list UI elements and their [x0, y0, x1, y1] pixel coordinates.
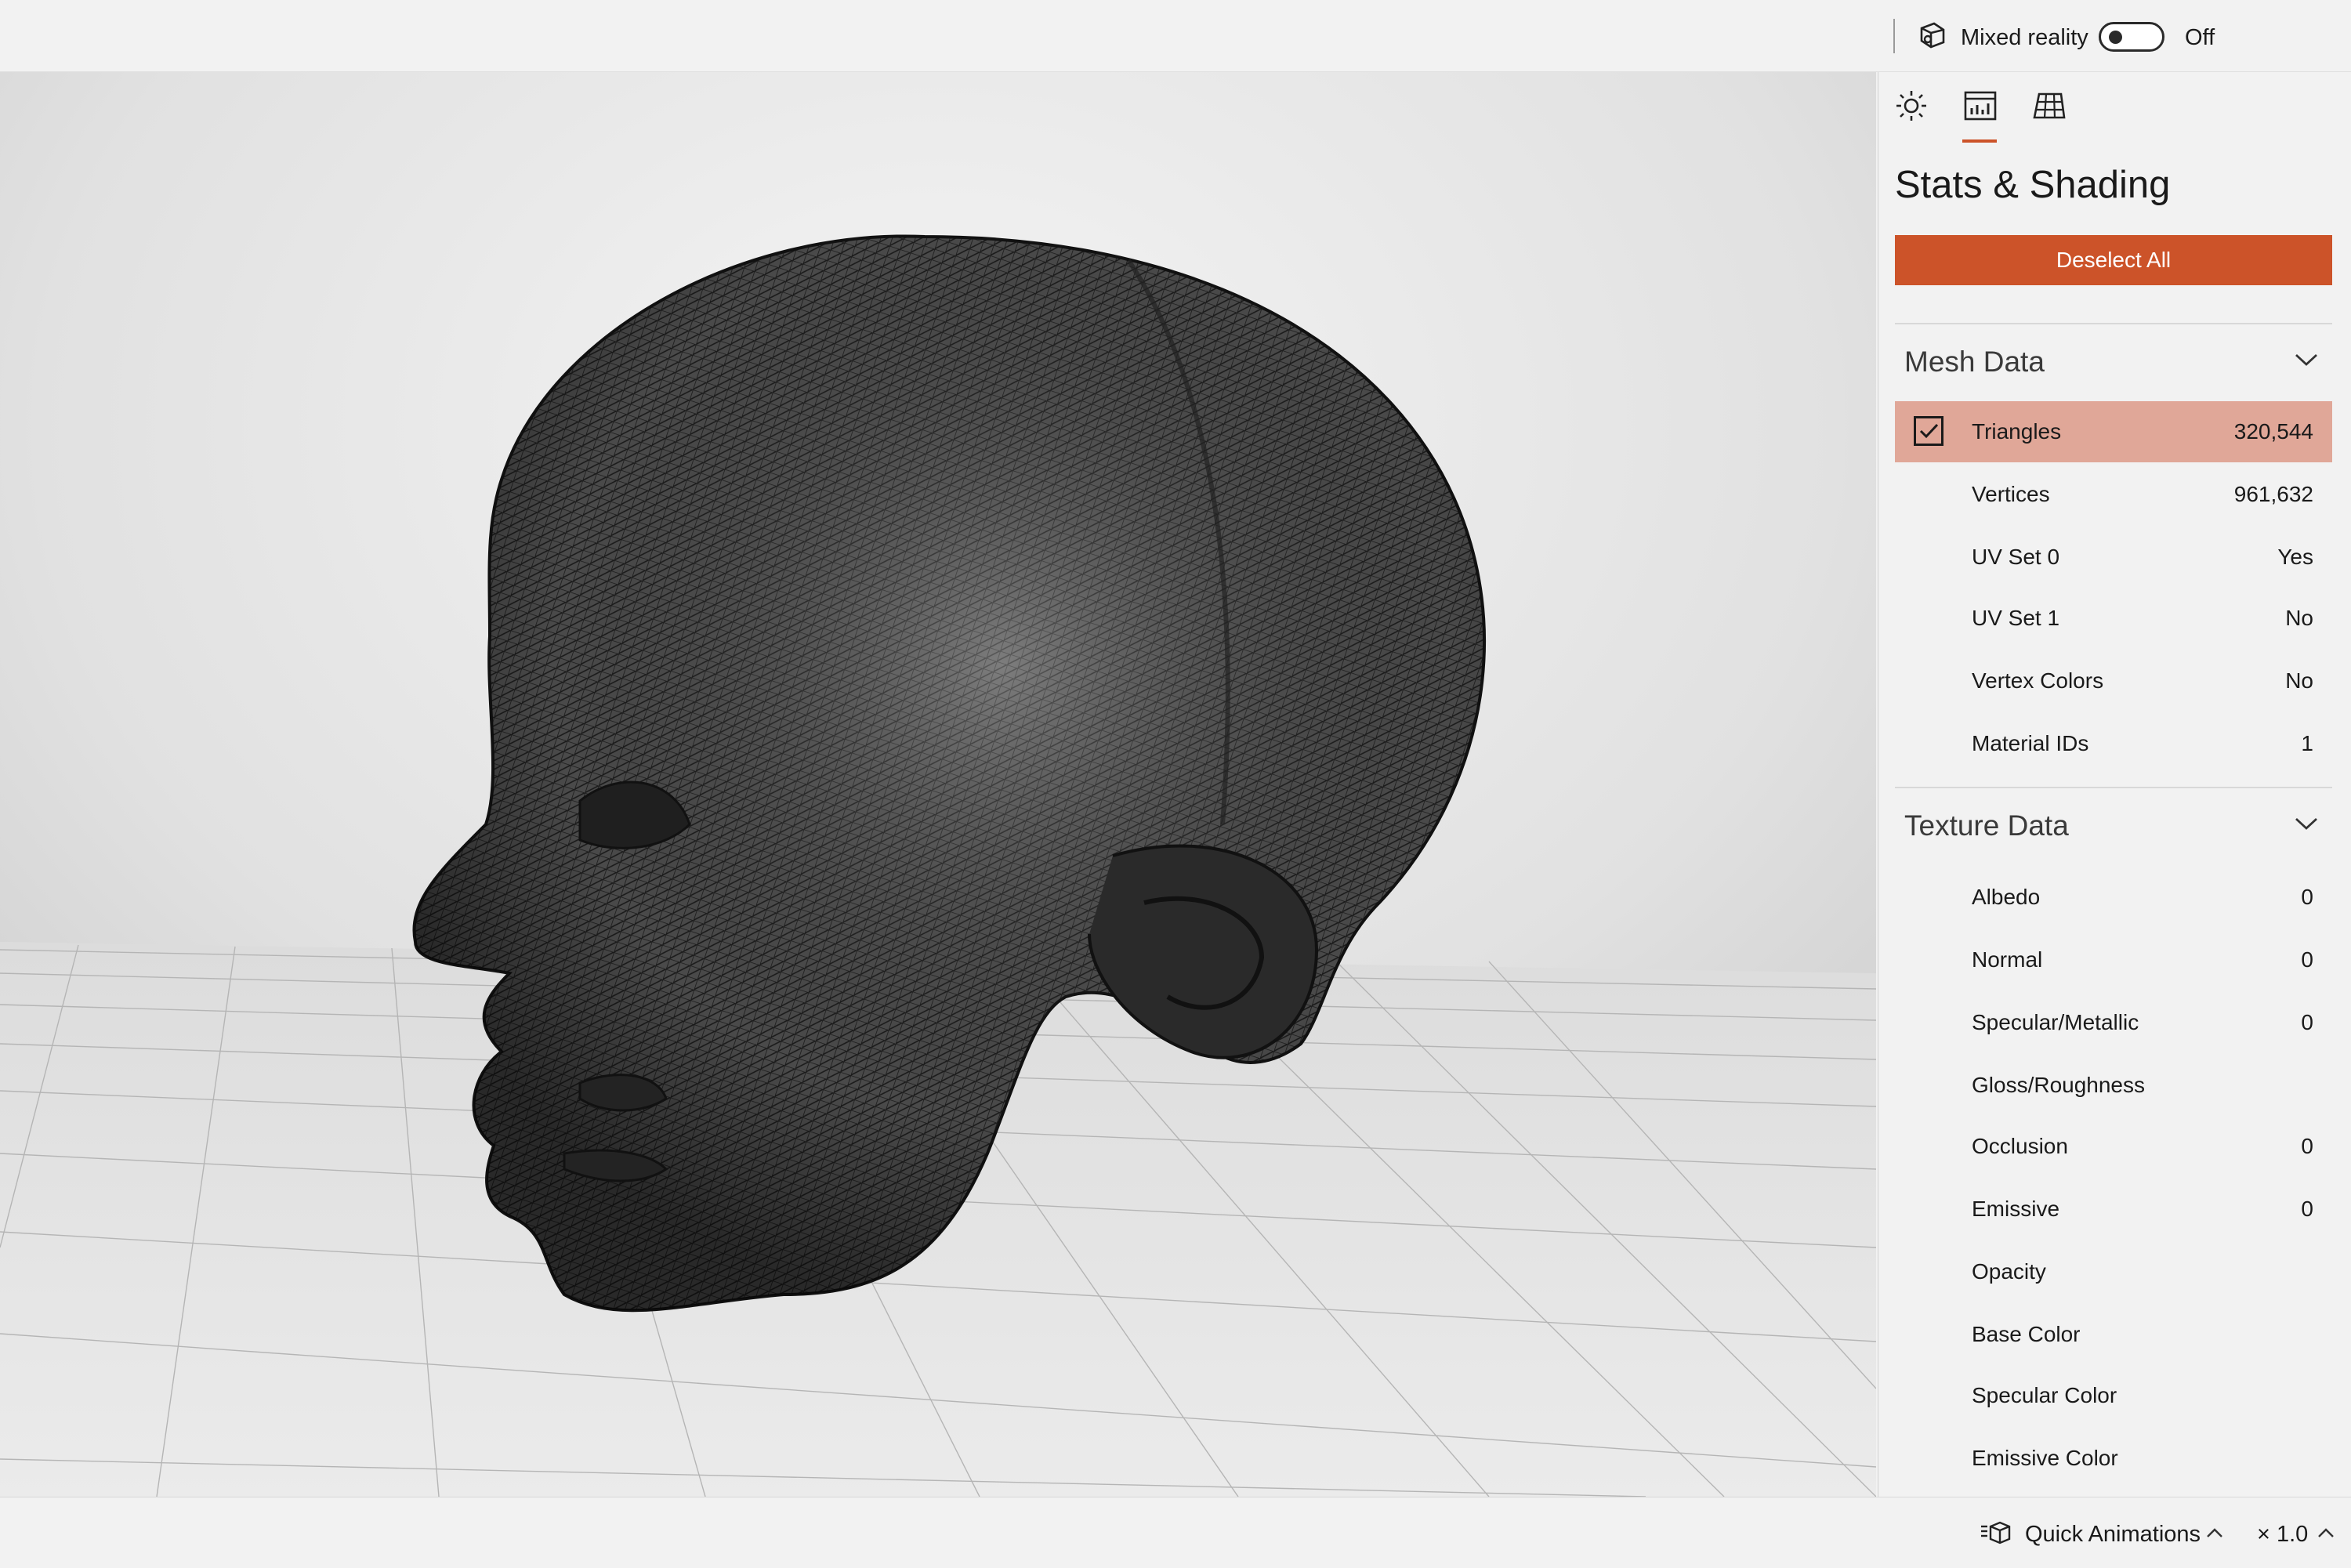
texture-row-base-color[interactable]: Base Color — [1895, 1304, 2332, 1365]
row-label: Opacity — [1972, 1259, 2046, 1284]
mesh-data-title: Mesh Data — [1904, 346, 2045, 378]
mesh-row-triangles[interactable]: Triangles 320,544 — [1895, 401, 2332, 462]
3d-viewport[interactable] — [0, 72, 1876, 1497]
texture-row-specular-metallic[interactable]: Specular/Metallic 0 — [1895, 992, 2332, 1053]
row-value: 0 — [2301, 885, 2313, 909]
row-label: Material IDs — [1972, 731, 2089, 755]
row-label: Emissive Color — [1972, 1446, 2118, 1470]
chevron-down-icon — [2295, 353, 2317, 366]
texture-row-albedo[interactable]: Albedo 0 — [1895, 867, 2332, 928]
chevron-up-icon[interactable] — [2205, 1526, 2224, 1539]
row-label: Vertex Colors — [1972, 668, 2104, 693]
mesh-row-vertices[interactable]: Vertices 961,632 — [1895, 464, 2332, 525]
row-label: UV Set 0 — [1972, 545, 2060, 569]
texture-row-emissive-color[interactable]: Emissive Color — [1895, 1428, 2332, 1489]
section-divider — [1895, 323, 2332, 324]
row-value: No — [2285, 606, 2313, 630]
mesh-row-material-ids[interactable]: Material IDs 1 — [1895, 713, 2332, 774]
texture-row-normal[interactable]: Normal 0 — [1895, 929, 2332, 990]
row-label: Occlusion — [1972, 1134, 2068, 1158]
texture-row-emissive[interactable]: Emissive 0 — [1895, 1179, 2332, 1240]
toolbar-divider — [1893, 19, 1895, 53]
mesh-row-uv-set-1[interactable]: UV Set 1 No — [1895, 588, 2332, 649]
texture-data-header[interactable]: Texture Data — [1895, 795, 2332, 857]
row-label: UV Set 1 — [1972, 606, 2060, 630]
row-value: 1 — [2301, 731, 2313, 755]
row-label: Normal — [1972, 947, 2043, 972]
row-value: Yes — [2277, 545, 2313, 569]
texture-row-opacity[interactable]: Opacity — [1895, 1241, 2332, 1302]
mixed-reality-toggle[interactable] — [2099, 22, 2164, 52]
chevron-down-icon — [2295, 817, 2317, 830]
row-label: Base Color — [1972, 1322, 2081, 1346]
row-label: Specular/Metallic — [1972, 1010, 2139, 1034]
mesh-row-uv-set-0[interactable]: UV Set 0 Yes — [1895, 527, 2332, 588]
row-value: 0 — [2301, 1010, 2313, 1034]
texture-row-occlusion[interactable]: Occlusion 0 — [1895, 1116, 2332, 1177]
row-value: 320,544 — [2233, 419, 2313, 444]
animation-icon[interactable] — [1980, 1520, 2011, 1545]
mixed-reality-state: Off — [2185, 25, 2215, 50]
texture-data-title: Texture Data — [1904, 809, 2069, 842]
quick-animations-label[interactable]: Quick Animations — [2025, 1520, 2201, 1548]
texture-row-gloss-roughness[interactable]: Gloss/Roughness — [1895, 1055, 2332, 1116]
row-label: Vertices — [1972, 482, 2050, 506]
sun-icon[interactable] — [1893, 88, 1929, 124]
active-tab-indicator — [1962, 139, 1997, 143]
mesh-row-vertex-colors[interactable]: Vertex Colors No — [1895, 650, 2332, 712]
animation-speed-label[interactable]: × 1.0 — [2257, 1520, 2308, 1548]
panel-title: Stats & Shading — [1895, 164, 2171, 206]
checkmark-icon — [1919, 423, 1939, 439]
row-label: Gloss/Roughness — [1972, 1073, 2146, 1097]
stats-chart-icon[interactable] — [1962, 88, 1998, 124]
row-value: 961,632 — [2233, 482, 2313, 506]
deselect-all-button[interactable]: Deselect All — [1895, 235, 2332, 285]
row-value: 0 — [2301, 1134, 2313, 1158]
row-label: Specular Color — [1972, 1383, 2117, 1407]
toggle-knob — [2109, 31, 2122, 44]
row-label: Triangles — [1972, 419, 2062, 444]
section-divider — [1895, 787, 2332, 788]
row-value: 0 — [2301, 1197, 2313, 1221]
row-label: Emissive — [1972, 1197, 2060, 1221]
row-value: 0 — [2301, 947, 2313, 972]
mesh-data-header[interactable]: Mesh Data — [1895, 331, 2332, 393]
chevron-up-icon[interactable] — [2317, 1526, 2335, 1539]
row-value: No — [2285, 668, 2313, 693]
grid-icon[interactable] — [2031, 88, 2067, 124]
mixed-reality-icon[interactable] — [1917, 20, 1948, 52]
texture-row-specular-color[interactable]: Specular Color — [1895, 1365, 2332, 1426]
row-label: Albedo — [1972, 885, 2041, 909]
row-checkbox[interactable] — [1914, 416, 1943, 446]
mixed-reality-label: Mixed reality — [1961, 25, 2088, 50]
